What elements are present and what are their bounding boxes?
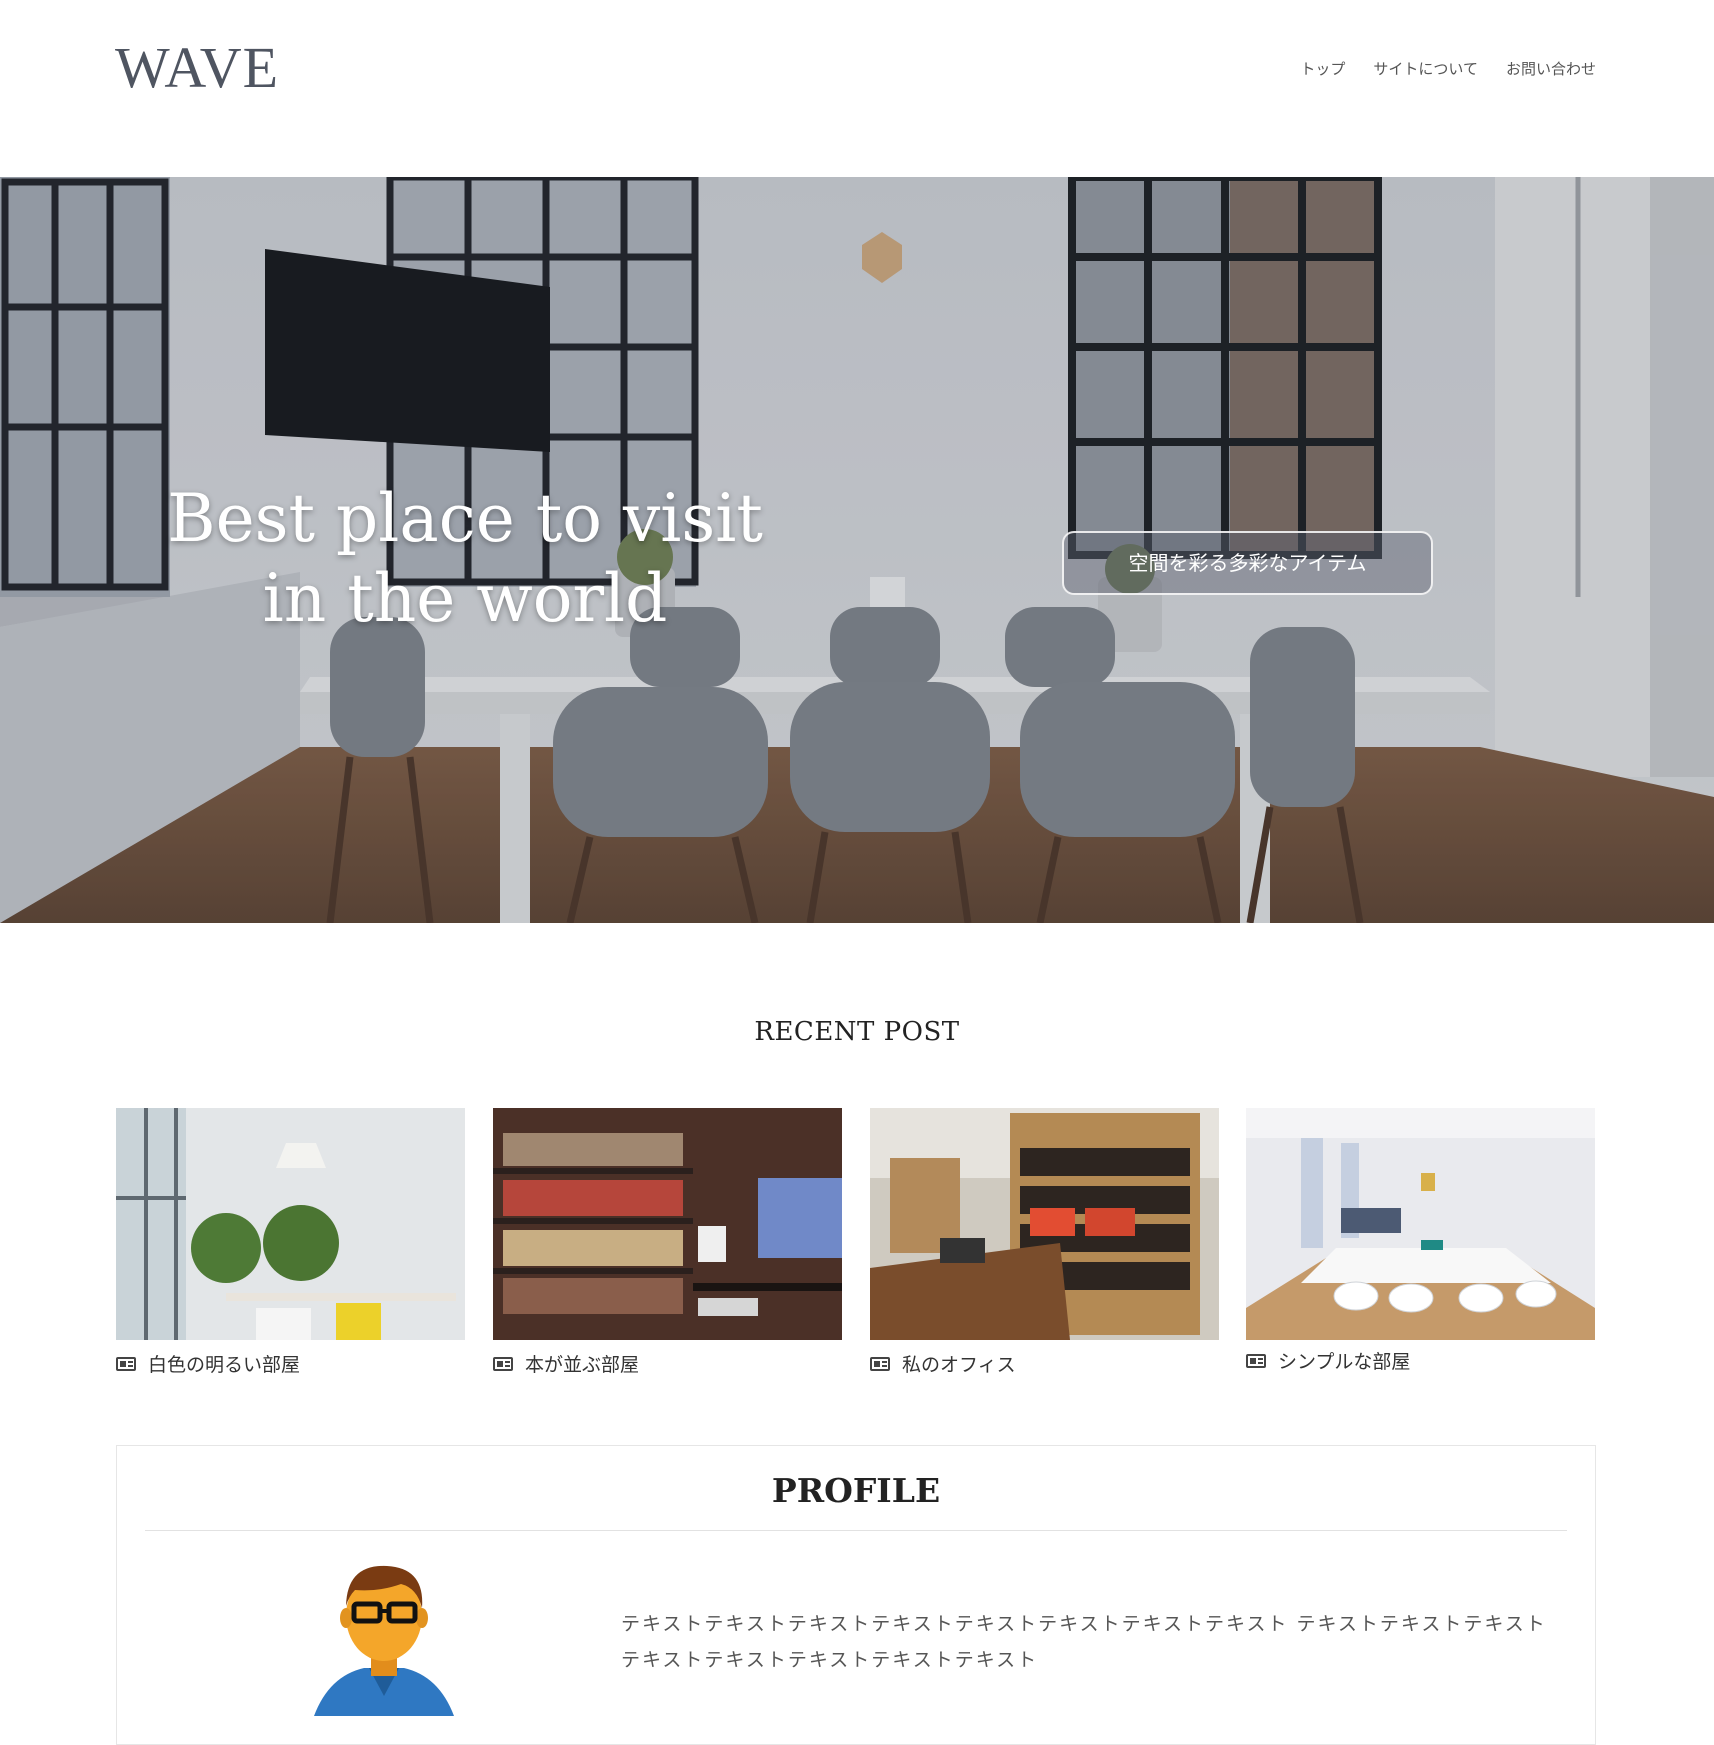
post-caption-3[interactable]: 私のオフィス	[870, 1350, 1219, 1377]
nav-item-about[interactable]: サイトについて	[1373, 58, 1478, 79]
hero-title-line2: in the world	[262, 560, 668, 637]
post-caption-2[interactable]: 本が並ぶ部屋	[493, 1350, 842, 1377]
post-thumbnail-4[interactable]	[1246, 1108, 1595, 1340]
post-card-1[interactable]: 白色の明るい部屋	[116, 1108, 465, 1377]
nav-item-contact[interactable]: お問い合わせ	[1506, 58, 1596, 79]
post-card-4[interactable]: シンプルな部屋	[1246, 1108, 1595, 1374]
post-card-3[interactable]: 私のオフィス	[870, 1108, 1219, 1377]
recent-post-heading: RECENT POST	[754, 1017, 960, 1047]
newspaper-icon	[493, 1356, 513, 1371]
post-title-2[interactable]: 本が並ぶ部屋	[525, 1350, 639, 1377]
post-title-3[interactable]: 私のオフィス	[902, 1350, 1016, 1377]
profile-heading: PROFILE	[771, 1471, 941, 1510]
main-nav: トップ サイトについて お問い合わせ	[1300, 58, 1596, 79]
post-thumbnail-1[interactable]	[116, 1108, 465, 1340]
post-thumbnail-2[interactable]	[493, 1108, 842, 1340]
post-caption-4[interactable]: シンプルな部屋	[1246, 1347, 1595, 1374]
site-header: WAVE トップ サイトについて お問い合わせ	[0, 0, 1714, 177]
avatar	[314, 1565, 454, 1716]
newspaper-icon	[1246, 1353, 1266, 1368]
hero-banner: Best place to visit in the world 空間を彩る多彩…	[0, 177, 1714, 923]
hero-tag-button[interactable]: 空間を彩る多彩なアイテム	[1062, 531, 1433, 595]
profile-text: テキストテキストテキストテキストテキストテキストテキストテキスト テキストテキス…	[621, 1613, 1547, 1671]
nav-item-top[interactable]: トップ	[1300, 58, 1345, 79]
profile-divider	[145, 1530, 1567, 1531]
site-logo[interactable]: WAVE	[115, 34, 279, 101]
post-thumbnail-3[interactable]	[870, 1108, 1219, 1340]
hero-title: Best place to visit in the world	[150, 479, 780, 639]
newspaper-icon	[870, 1356, 890, 1371]
profile-card: PROFILE テキストテキストテキストテキストテキストテキストテキストテキスト…	[116, 1445, 1596, 1745]
newspaper-icon	[116, 1356, 136, 1371]
post-caption-1[interactable]: 白色の明るい部屋	[116, 1350, 465, 1377]
hero-title-line1: Best place to visit	[167, 480, 763, 557]
post-card-2[interactable]: 本が並ぶ部屋	[493, 1108, 842, 1377]
post-title-4[interactable]: シンプルな部屋	[1278, 1347, 1410, 1374]
post-title-1[interactable]: 白色の明るい部屋	[148, 1350, 300, 1377]
